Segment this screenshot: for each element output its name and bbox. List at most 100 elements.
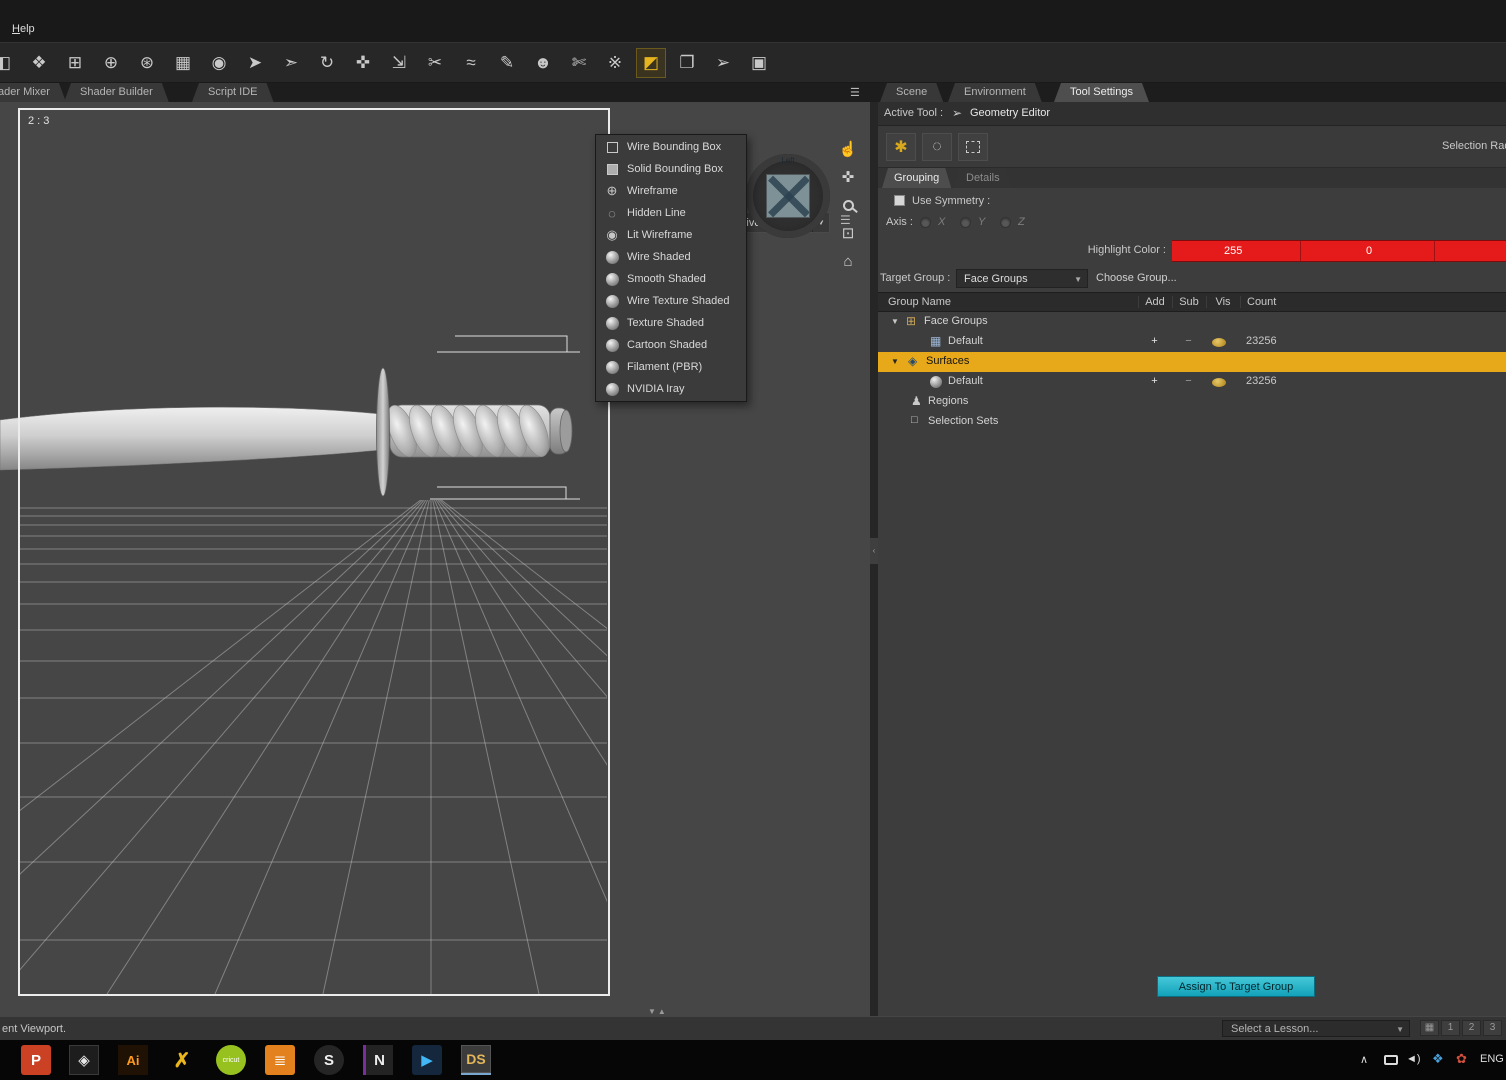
layout-2-button[interactable]: 2 [1462, 1020, 1481, 1036]
subtract-button[interactable]: − [1172, 335, 1205, 347]
pointer-add-tool-icon[interactable]: ➢ [708, 48, 738, 78]
render-camera-tool-icon[interactable]: ▣ [744, 48, 774, 78]
expand-arrow-icon[interactable]: ▼ [891, 357, 899, 366]
menu-item-cartoon-shaded[interactable]: Cartoon Shaded [596, 334, 746, 356]
add-prop-icon[interactable]: ⊕ [96, 48, 126, 78]
tab-environment[interactable]: Environment [948, 83, 1042, 102]
choose-group-button[interactable]: Choose Group... [1096, 272, 1177, 284]
tree-row-default-facegroup[interactable]: ▦ Default + − 23256 [878, 332, 1506, 352]
layout-icon[interactable]: ▦ [1420, 1020, 1439, 1036]
active-tool-value[interactable]: Geometry Editor [970, 107, 1050, 119]
pan-icon[interactable]: ✜ [834, 164, 862, 190]
tree-row-surfaces[interactable]: ▼ ◈ Surfaces [878, 352, 1506, 372]
taskbar-cricut[interactable]: cricut [216, 1045, 246, 1075]
tree-row-default-surface[interactable]: Default + − 23256 [878, 372, 1506, 392]
taskbar-media-player[interactable]: ▶ [412, 1045, 442, 1075]
tab-shader-builder[interactable]: Shader Builder [64, 83, 169, 102]
target-group-dropdown[interactable]: Face Groups ▼ [956, 269, 1088, 288]
tab-tool-settings[interactable]: Tool Settings [1054, 83, 1149, 102]
menu-item-hidden-line[interactable]: ◌ Hidden Line [596, 202, 746, 224]
menu-item-wire-bounding-box[interactable]: Wire Bounding Box [596, 136, 746, 158]
use-symmetry-checkbox[interactable] [894, 195, 905, 206]
tab-shader-mixer[interactable]: ader Mixer [0, 83, 66, 102]
highlight-color-bar[interactable]: 255 0 [1172, 240, 1506, 262]
menu-item-wireframe[interactable]: ⊕ Wireframe [596, 180, 746, 202]
layout-3-button[interactable]: 3 [1483, 1020, 1502, 1036]
menu-item-smooth-shaded[interactable]: Smooth Shaded [596, 268, 746, 290]
orbit-cube-control[interactable]: Left [746, 154, 830, 238]
camera-cube-tool-icon[interactable]: ❐ [672, 48, 702, 78]
tray-input-icon[interactable]: ✿ [1456, 1051, 1467, 1067]
frame-icon[interactable]: ⊡ [834, 220, 862, 246]
scale-tool-icon[interactable]: ⇲ [384, 48, 414, 78]
new-content-icon[interactable]: ❖ [24, 48, 54, 78]
divider-handle[interactable]: ‹ [870, 538, 878, 564]
grid-view-icon[interactable]: ▦ [168, 48, 198, 78]
taskbar-skype[interactable]: S [314, 1045, 344, 1075]
menu-item-texture-shaded[interactable]: Texture Shaded [596, 312, 746, 334]
pane-divider[interactable]: ‹ [870, 102, 878, 1016]
axis-z-radio[interactable] [1000, 217, 1011, 228]
home-icon[interactable]: ⌂ [834, 248, 862, 274]
menu-item-filament-pbr[interactable]: Filament (PBR) [596, 356, 746, 378]
pane-splitter-handle[interactable]: ▼▲ [648, 1007, 668, 1016]
scissors-tool-icon[interactable]: ✂ [420, 48, 450, 78]
rotate-tool-icon[interactable]: ↻ [312, 48, 342, 78]
brush-select-icon[interactable]: ✱ [886, 133, 916, 161]
tab-script-ide[interactable]: Script IDE [192, 83, 274, 102]
add-button[interactable]: + [1138, 335, 1171, 347]
menu-help[interactable]: Help [12, 23, 35, 35]
taskbar-onenote[interactable]: N [363, 1045, 393, 1075]
menu-item-nvidia-iray[interactable]: NVIDIA Iray [596, 378, 746, 400]
brush-tool-icon[interactable]: ✎ [492, 48, 522, 78]
curve-tool-icon[interactable]: ≈ [456, 48, 486, 78]
ring-select-icon[interactable]: ◌ [922, 133, 952, 161]
tab-scene[interactable]: Scene [880, 83, 943, 102]
tree-row-regions[interactable]: ♟ Regions [878, 392, 1506, 412]
add-light-icon[interactable]: ⊛ [132, 48, 162, 78]
axis-y-radio[interactable] [960, 217, 971, 228]
expand-arrow-icon[interactable]: ▼ [891, 317, 899, 326]
node-selection-tool-icon[interactable]: ➤ [240, 48, 270, 78]
menu-item-lit-wireframe[interactable]: ◉ Lit Wireframe [596, 224, 746, 246]
tray-chevron-icon[interactable]: ∧ [1360, 1053, 1368, 1066]
zoom-icon[interactable] [834, 192, 862, 218]
polygon-cut-tool-icon[interactable]: ✄ [564, 48, 594, 78]
orbit-cube-face[interactable] [766, 174, 810, 218]
axis-x-radio[interactable] [920, 217, 931, 228]
multi-cut-tool-icon[interactable]: ※ [600, 48, 630, 78]
tray-language-label[interactable]: ENG [1480, 1053, 1504, 1065]
add-figure-icon[interactable]: ⊞ [60, 48, 90, 78]
subtab-details[interactable]: Details [954, 168, 1012, 188]
taskbar-powerpoint[interactable]: P [21, 1045, 51, 1075]
clipped-tool-icon[interactable]: ◧ [0, 48, 18, 78]
taskbar-cutter-app[interactable]: ✗ [167, 1045, 197, 1075]
add-button[interactable]: + [1138, 375, 1171, 387]
taskbar-dark-app[interactable]: ◈ [69, 1045, 99, 1075]
marquee-select-icon[interactable] [958, 133, 988, 161]
figure-paint-tool-icon[interactable]: ☻ [528, 48, 558, 78]
geometry-editor-tool-icon[interactable]: ◩ [636, 47, 666, 78]
pane-menu-icon[interactable]: ☰ [850, 86, 860, 99]
tray-monitor-icon[interactable] [1384, 1055, 1398, 1065]
lesson-dropdown[interactable]: Select a Lesson... ▼ [1222, 1020, 1410, 1037]
tray-speaker-icon[interactable]: ◄) [1406, 1053, 1421, 1065]
taskbar-daz-studio[interactable]: DS [461, 1045, 491, 1075]
orbit-icon[interactable]: ☝ [834, 136, 862, 162]
scene-orb-icon[interactable]: ◉ [204, 48, 234, 78]
subtract-button[interactable]: − [1172, 375, 1205, 387]
tree-row-selection-sets[interactable]: □ Selection Sets [878, 412, 1506, 432]
subtab-grouping[interactable]: Grouping [882, 168, 951, 188]
visibility-icon[interactable] [1212, 378, 1226, 387]
translate-tool-icon[interactable]: ✜ [348, 48, 378, 78]
geometry-selection-tool-icon[interactable]: ➣ [276, 48, 306, 78]
tray-network-icon[interactable]: ❖ [1432, 1051, 1444, 1067]
visibility-icon[interactable] [1212, 338, 1226, 347]
taskbar-orange-app[interactable]: ≣ [265, 1045, 295, 1075]
assign-to-target-group-button[interactable]: Assign To Target Group [1157, 976, 1315, 997]
layout-1-button[interactable]: 1 [1441, 1020, 1460, 1036]
tree-row-face-groups[interactable]: ▼ ⊞ Face Groups [878, 312, 1506, 332]
menu-item-wire-texture-shaded[interactable]: Wire Texture Shaded [596, 290, 746, 312]
menu-item-solid-bounding-box[interactable]: Solid Bounding Box [596, 158, 746, 180]
menu-item-wire-shaded[interactable]: Wire Shaded [596, 246, 746, 268]
